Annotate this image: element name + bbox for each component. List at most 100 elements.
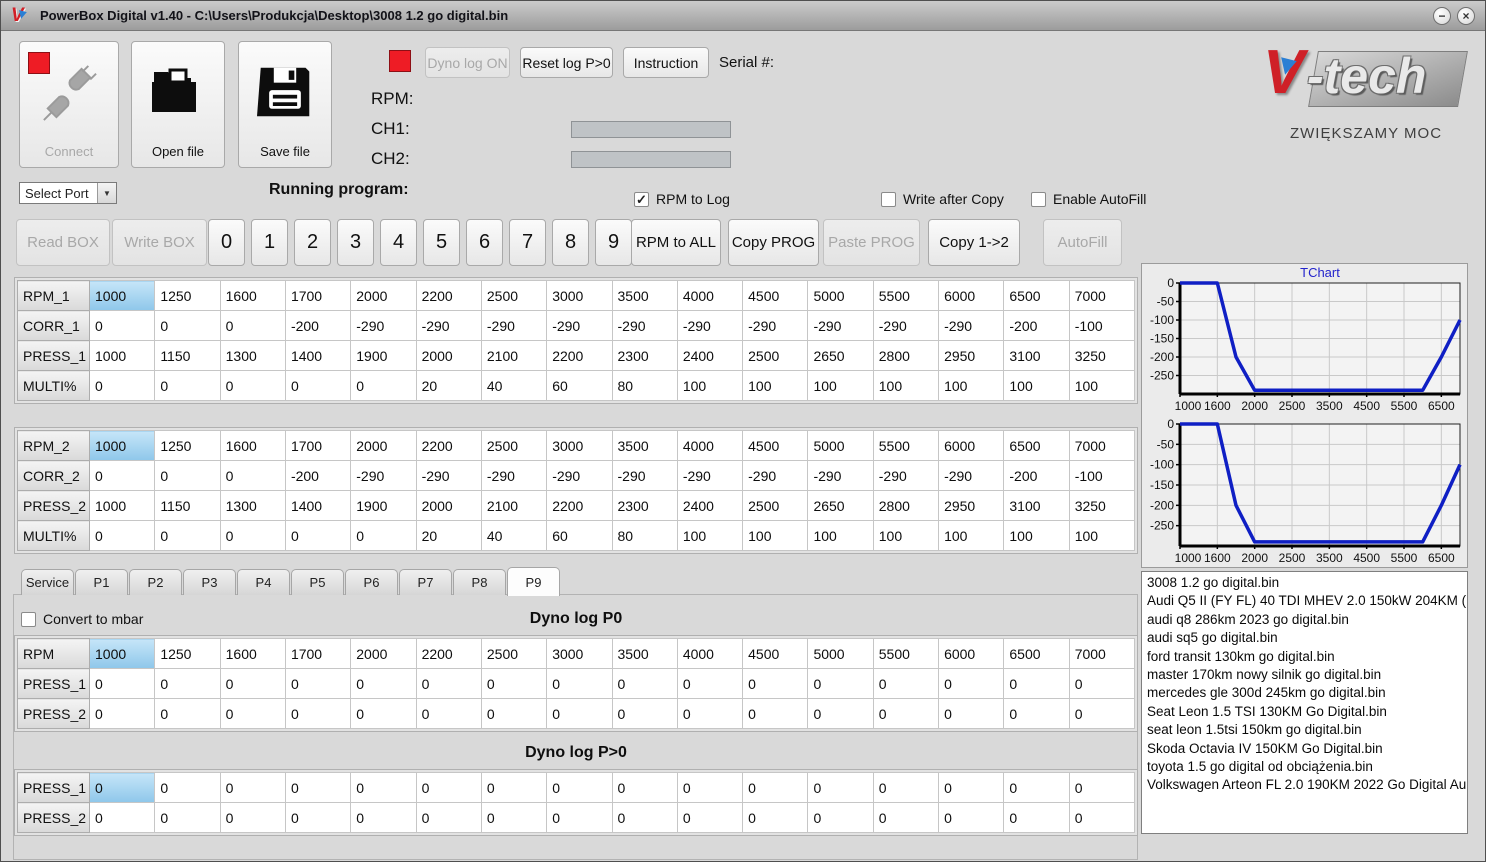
file-list-item[interactable]: 3008 1.2 go digital.bin — [1147, 574, 1467, 592]
table-cell[interactable]: 0 — [807, 698, 874, 729]
table-cell[interactable]: 100 — [872, 520, 940, 551]
table-cell[interactable]: 7000 — [1068, 638, 1136, 669]
table-cell[interactable]: 0 — [154, 772, 221, 803]
table-cell[interactable]: 0 — [154, 370, 221, 401]
table-cell[interactable]: 5000 — [807, 430, 874, 461]
file-list-item[interactable]: mercedes gle 300d 245km go digital.bin — [1147, 684, 1467, 702]
table-cell[interactable]: 6500 — [1003, 638, 1070, 669]
table-cell[interactable]: 2500 — [742, 490, 809, 521]
table-cell[interactable]: 6500 — [1003, 280, 1070, 311]
table-cell[interactable]: -290 — [350, 310, 417, 341]
table-cell[interactable]: 0 — [480, 668, 548, 699]
tab-p3[interactable]: P3 — [183, 569, 236, 595]
table-cell[interactable]: 1150 — [154, 490, 221, 521]
table-cell[interactable]: 5000 — [807, 638, 874, 669]
table-cell[interactable]: 1250 — [154, 430, 221, 461]
table-cell[interactable]: 0 — [742, 772, 809, 803]
table-cell[interactable]: 0 — [88, 772, 156, 803]
table-cell[interactable]: 40 — [480, 520, 548, 551]
table-cell[interactable]: 80 — [611, 370, 678, 401]
table-cell[interactable]: 0 — [480, 698, 548, 729]
file-list-item[interactable]: audi q8 286km 2023 go digital.bin — [1147, 611, 1467, 629]
file-list-item[interactable]: ford transit 130km go digital.bin — [1147, 648, 1467, 666]
table-cell[interactable]: 3500 — [611, 280, 678, 311]
table-cell[interactable]: -290 — [480, 310, 548, 341]
table-cell[interactable]: 2650 — [807, 490, 874, 521]
tab-p6[interactable]: P6 — [345, 569, 398, 595]
table-cell[interactable]: 0 — [1003, 802, 1070, 833]
table-cell[interactable]: 100 — [1003, 370, 1070, 401]
table-cell[interactable]: 3100 — [1003, 490, 1070, 521]
table-cell[interactable]: 0 — [676, 668, 744, 699]
tab-p8[interactable]: P8 — [453, 569, 506, 595]
table-cell[interactable]: 0 — [350, 698, 417, 729]
table-cell[interactable]: 0 — [219, 772, 286, 803]
file-list-item[interactable]: seat leon 1.5tsi 150km go digital.bin — [1147, 721, 1467, 739]
table-cell[interactable]: 2950 — [938, 340, 1005, 371]
table-cell[interactable]: 0 — [546, 668, 613, 699]
table-cell[interactable]: -290 — [807, 310, 874, 341]
table-cell[interactable]: 0 — [676, 772, 744, 803]
table-cell[interactable]: 0 — [546, 698, 613, 729]
table-cell[interactable]: 0 — [872, 772, 940, 803]
table-cell[interactable]: 6000 — [938, 638, 1005, 669]
table-cell[interactable]: 0 — [611, 698, 678, 729]
table-cell[interactable]: 3250 — [1068, 340, 1136, 371]
tab-p1[interactable]: P1 — [75, 569, 128, 595]
table-cell[interactable]: 0 — [611, 772, 678, 803]
table-cell[interactable]: 2650 — [807, 340, 874, 371]
digit-button-3[interactable]: 3 — [337, 219, 374, 266]
table-cell[interactable]: 60 — [546, 370, 613, 401]
table-cell[interactable]: 1900 — [350, 340, 417, 371]
tab-p5[interactable]: P5 — [291, 569, 344, 595]
table-cell[interactable]: 0 — [1068, 802, 1136, 833]
table-cell[interactable]: 5500 — [872, 430, 940, 461]
table-cell[interactable]: 5500 — [872, 638, 940, 669]
table-cell[interactable]: -290 — [611, 460, 678, 491]
table-cell[interactable]: 0 — [611, 668, 678, 699]
table-cell[interactable]: 0 — [415, 668, 482, 699]
table-cell[interactable]: 0 — [1003, 698, 1070, 729]
table-cell[interactable]: 2200 — [415, 430, 482, 461]
table-cell[interactable]: 0 — [88, 698, 156, 729]
table-cell[interactable]: -290 — [415, 310, 482, 341]
table-cell[interactable]: 2400 — [676, 340, 744, 371]
table-cell[interactable]: 0 — [219, 460, 286, 491]
table-cell[interactable]: 0 — [415, 698, 482, 729]
table-cell[interactable]: 0 — [350, 772, 417, 803]
table-cell[interactable]: 0 — [219, 310, 286, 341]
table-cell[interactable]: 0 — [938, 802, 1005, 833]
file-list-item[interactable]: Skoda Octavia IV 150KM Go Digital.bin — [1147, 740, 1467, 758]
file-list-item[interactable]: Volkswagen Arteon FL 2.0 190KM 2022 Go D… — [1147, 776, 1467, 794]
tab-p7[interactable]: P7 — [399, 569, 452, 595]
table-cell[interactable]: 0 — [154, 310, 221, 341]
table-cell[interactable]: 2000 — [350, 638, 417, 669]
digit-button-5[interactable]: 5 — [423, 219, 460, 266]
chevron-down-icon[interactable]: ▼ — [97, 183, 116, 203]
table-cell[interactable]: 7000 — [1068, 430, 1136, 461]
table-cell[interactable]: 0 — [219, 698, 286, 729]
table-cell[interactable]: 0 — [284, 698, 352, 729]
table-cell[interactable]: 4500 — [742, 430, 809, 461]
table-cell[interactable]: 20 — [415, 520, 482, 551]
digit-button-6[interactable]: 6 — [466, 219, 503, 266]
table-cell[interactable]: 2200 — [546, 490, 613, 521]
table-cell[interactable]: 0 — [284, 370, 352, 401]
table-cell[interactable]: 7000 — [1068, 280, 1136, 311]
table-cell[interactable]: 0 — [742, 698, 809, 729]
table-cell[interactable]: 1000 — [88, 430, 156, 461]
table-cell[interactable]: 100 — [676, 520, 744, 551]
table-cell[interactable]: 2500 — [742, 340, 809, 371]
table-cell[interactable]: -290 — [938, 460, 1005, 491]
table-cell[interactable]: 0 — [938, 772, 1005, 803]
table-cell[interactable]: 0 — [154, 802, 221, 833]
tab-p4[interactable]: P4 — [237, 569, 290, 595]
table-cell[interactable]: 2300 — [611, 490, 678, 521]
table-cell[interactable]: 0 — [1068, 698, 1136, 729]
table-cell[interactable]: 0 — [807, 668, 874, 699]
table-cell[interactable]: 0 — [546, 772, 613, 803]
table-cell[interactable]: 0 — [219, 802, 286, 833]
table-cell[interactable]: 1700 — [284, 430, 352, 461]
tab-p9[interactable]: P9 — [507, 567, 560, 596]
table-cell[interactable]: 1250 — [154, 638, 221, 669]
